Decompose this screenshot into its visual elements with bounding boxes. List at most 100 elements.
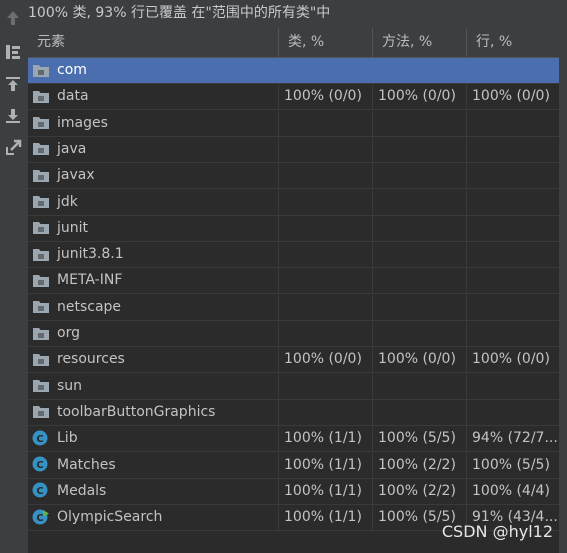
cell-line-coverage: 100% (4/4) [472, 482, 550, 499]
cell-method-coverage [373, 110, 467, 136]
element-name: sun [57, 377, 83, 394]
flatten-packages-icon[interactable] [3, 42, 23, 62]
table-row[interactable]: org [28, 321, 559, 347]
cell-line-coverage [467, 163, 559, 188]
cell-element: netscape [28, 294, 279, 320]
cell-class-coverage [279, 294, 373, 320]
class-icon: C [32, 482, 50, 498]
coverage-toolbar [0, 11, 26, 553]
cell-element: jdk [28, 189, 279, 215]
cell-method-coverage [373, 373, 467, 399]
element-name: java [57, 140, 87, 157]
cell-method-coverage [373, 58, 467, 83]
table-header: 元素 类, % 方法, % 行, % [28, 28, 559, 58]
package-icon [32, 403, 50, 419]
arrow-up-icon[interactable] [3, 8, 23, 28]
element-name: toolbarButtonGraphics [57, 403, 216, 420]
package-icon [32, 167, 50, 183]
cell-class-coverage [279, 321, 373, 346]
cell-class-coverage [279, 110, 373, 136]
main-class-icon: C [32, 509, 50, 525]
cell-element: toolbarButtonGraphics [28, 399, 279, 425]
cell-element: junit [28, 215, 279, 241]
table-row[interactable]: java [28, 136, 559, 163]
package-icon [32, 219, 50, 235]
table-row[interactable]: jdk [28, 189, 559, 216]
svg-text:C: C [36, 434, 43, 445]
cell-line-coverage [467, 242, 559, 267]
cell-class-coverage: 100% (1/1) [279, 452, 373, 478]
element-name: OlympicSearch [57, 509, 163, 526]
cell-method-coverage [373, 189, 467, 215]
package-icon [32, 298, 50, 314]
cell-class-coverage [279, 58, 373, 83]
import-icon[interactable] [3, 74, 23, 94]
package-icon [32, 140, 50, 156]
cell-class-coverage [279, 163, 373, 189]
cell-class-coverage: 100% (1/1) [279, 478, 373, 504]
table-row[interactable]: images [28, 110, 559, 137]
element-name: org [57, 325, 80, 341]
column-header-class[interactable]: 类, % [279, 28, 373, 57]
cell-line-coverage [467, 295, 559, 320]
cell-line-coverage: 100% (0/0) [472, 88, 550, 105]
table-row[interactable]: javax [28, 163, 559, 190]
column-header-method[interactable]: 方法, % [373, 28, 467, 57]
cell-element: data [28, 84, 279, 110]
table-row[interactable]: sun [28, 373, 559, 400]
element-name: Lib [57, 430, 78, 447]
table-row[interactable]: C Lib 100% (1/1) 100% (5/5) 94% (72/7... [28, 426, 559, 453]
cell-method-coverage [373, 136, 467, 162]
table-row[interactable]: C Medals 100% (1/1) 100% (2/2) 100% (4/4) [28, 478, 559, 505]
cell-method-coverage [373, 294, 467, 320]
cell-element: C Lib [28, 426, 279, 452]
cell-method-coverage [373, 242, 467, 268]
cell-method-coverage [373, 268, 467, 294]
cell-method-coverage [373, 163, 467, 189]
column-header-line[interactable]: 行, % [467, 28, 559, 57]
cell-element: resources [28, 347, 279, 373]
column-header-element[interactable]: 元素 [28, 28, 279, 57]
cell-class-coverage: 100% (1/1) [279, 505, 373, 531]
cell-class-coverage [279, 268, 373, 294]
cell-line-coverage [467, 374, 559, 399]
element-name: junit3.8.1 [57, 246, 124, 263]
table-row[interactable]: META-INF [28, 268, 559, 295]
cell-method-coverage [373, 321, 467, 346]
table-row[interactable]: toolbarButtonGraphics [28, 399, 559, 426]
cell-class-coverage [279, 215, 373, 241]
package-icon [32, 62, 50, 78]
element-name: jdk [57, 193, 78, 210]
package-icon [32, 246, 50, 262]
table-row[interactable]: junit [28, 215, 559, 242]
cell-method-coverage: 100% (0/0) [373, 84, 467, 110]
svg-text:C: C [36, 460, 43, 471]
table-row[interactable]: netscape [28, 294, 559, 321]
package-icon [32, 272, 50, 288]
watermark: CSDN @hyl12 [441, 522, 553, 541]
cell-line-coverage [467, 58, 559, 83]
export-icon[interactable] [3, 106, 23, 126]
table-row[interactable]: com [28, 58, 559, 84]
table-row[interactable]: resources 100% (0/0) 100% (0/0) 100% (0/0) [28, 347, 559, 374]
cell-element: images [28, 110, 279, 136]
cell-method-coverage: 100% (0/0) [373, 347, 467, 373]
class-icon: C [32, 430, 50, 446]
navigate-icon[interactable] [3, 138, 23, 158]
table-row[interactable]: junit3.8.1 [28, 242, 559, 269]
package-icon [32, 193, 50, 209]
cell-line-coverage [467, 190, 559, 215]
cell-line-coverage [467, 400, 559, 425]
cell-line-coverage [467, 111, 559, 136]
cell-method-coverage: 100% (5/5) [373, 426, 467, 452]
svg-text:C: C [36, 486, 43, 497]
element-name: netscape [57, 298, 122, 315]
table-row[interactable]: data 100% (0/0) 100% (0/0) 100% (0/0) [28, 84, 559, 111]
coverage-summary: 100% 类, 93% 行已覆盖 在"范围中的所有类"中 [28, 5, 331, 21]
table-row[interactable]: C Matches 100% (1/1) 100% (2/2) 100% (5/5) [28, 452, 559, 479]
element-name: junit [57, 219, 89, 236]
svg-text:C: C [36, 513, 43, 524]
package-icon [32, 377, 50, 393]
class-icon: C [32, 456, 50, 472]
package-icon [32, 351, 50, 367]
